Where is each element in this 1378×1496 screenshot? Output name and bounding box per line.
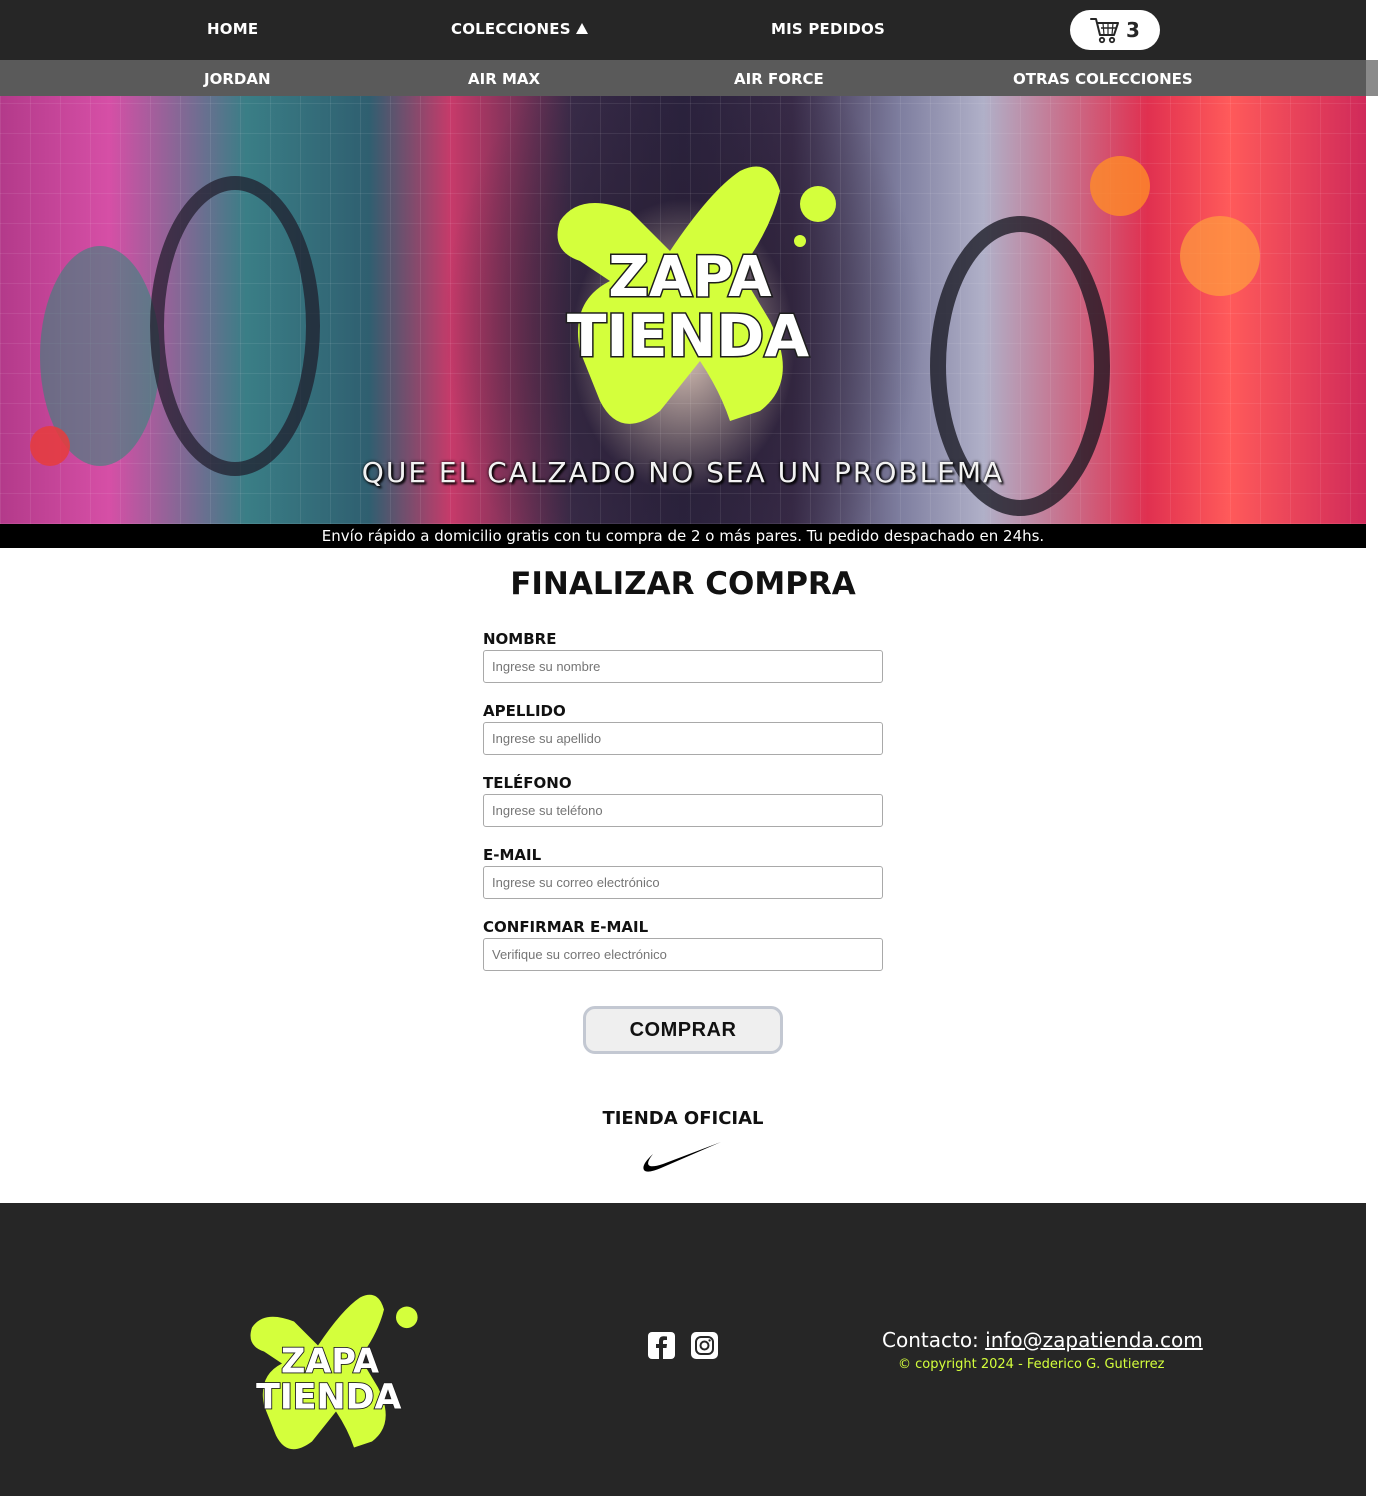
official-store-label: TIENDA OFICIAL <box>602 1108 764 1129</box>
svg-text:TIENDA: TIENDA <box>256 1378 401 1418</box>
footer-contact: Contacto: info@zapatienda.com <box>882 1328 1203 1352</box>
subnav-jordan-link[interactable]: JORDAN <box>204 70 271 88</box>
graffiti-shape <box>1090 156 1150 216</box>
cart-count-badge: 3 <box>1126 18 1140 42</box>
graffiti-shape <box>150 176 320 476</box>
top-navbar: HOME COLECCIONES MIS PEDIDOS 3 <box>0 0 1366 60</box>
buy-button[interactable]: COMPRAR <box>583 1006 783 1054</box>
hero-tagline: QUE EL CALZADO NO SEA UN PROBLEMA <box>361 456 1005 489</box>
confirm-email-label: CONFIRMAR E-MAIL <box>483 918 649 936</box>
nav-home-link[interactable]: HOME <box>207 20 258 38</box>
first-name-input[interactable] <box>483 650 883 683</box>
phone-input[interactable] <box>483 794 883 827</box>
facebook-icon[interactable] <box>648 1332 675 1359</box>
subnav-air-force-link[interactable]: AIR FORCE <box>734 70 824 88</box>
phone-field: TELÉFONO <box>483 772 883 844</box>
email-input[interactable] <box>483 866 883 899</box>
shipping-banner: Envío rápido a domicilio gratis con tu c… <box>0 524 1366 548</box>
page: HOME COLECCIONES MIS PEDIDOS 3 JORDAN AI… <box>0 0 1378 1496</box>
nike-swoosh-icon <box>643 1142 721 1172</box>
last-name-input[interactable] <box>483 722 883 755</box>
email-field: E-MAIL <box>483 844 883 916</box>
svg-text:TIENDA: TIENDA <box>567 302 809 370</box>
copyright-text: © copyright 2024 - Federico G. Gutierrez <box>898 1357 1165 1372</box>
confirm-email-input[interactable] <box>483 938 883 971</box>
last-name-label: APELLIDO <box>483 702 566 720</box>
footer-zapatienda-logo: ZAPA TIENDA <box>250 1294 418 1450</box>
scrollbar-track[interactable] <box>1366 0 1378 1496</box>
instagram-icon[interactable] <box>691 1332 718 1359</box>
cart-button[interactable]: 3 <box>1070 10 1160 50</box>
email-label: E-MAIL <box>483 846 542 864</box>
checkout-form: NOMBRE APELLIDO TELÉFONO E-MAIL CONFIRMA… <box>483 628 883 988</box>
scrollbar-thumb[interactable] <box>1366 60 1378 96</box>
first-name-label: NOMBRE <box>483 630 557 648</box>
contact-email-link[interactable]: info@zapatienda.com <box>985 1328 1203 1352</box>
svg-text:ZAPA: ZAPA <box>281 1342 379 1381</box>
graffiti-shape <box>1180 216 1260 296</box>
svg-text:ZAPA: ZAPA <box>608 245 772 310</box>
nav-orders-link[interactable]: MIS PEDIDOS <box>771 20 885 38</box>
first-name-field: NOMBRE <box>483 628 883 700</box>
nav-collections-label: COLECCIONES <box>451 20 571 38</box>
subnav-air-max-link[interactable]: AIR MAX <box>468 70 540 88</box>
hero-banner: ZAPA TIENDA QUE EL CALZADO NO SEA UN PRO… <box>0 96 1366 524</box>
nav-collections-link[interactable]: COLECCIONES <box>451 20 589 38</box>
shopping-cart-icon <box>1090 18 1120 44</box>
contact-label: Contacto: <box>882 1328 979 1352</box>
caret-up-icon <box>576 23 589 34</box>
confirm-email-field: CONFIRMAR E-MAIL <box>483 916 883 988</box>
checkout-title: FINALIZAR COMPRA <box>510 566 856 602</box>
phone-label: TELÉFONO <box>483 774 572 792</box>
last-name-field: APELLIDO <box>483 700 883 772</box>
zapatienda-logo: ZAPA TIENDA <box>557 166 836 424</box>
collections-subnav: JORDAN AIR MAX AIR FORCE OTRAS COLECCION… <box>0 60 1366 96</box>
subnav-other-collections-link[interactable]: OTRAS COLECCIONES <box>1013 70 1193 88</box>
